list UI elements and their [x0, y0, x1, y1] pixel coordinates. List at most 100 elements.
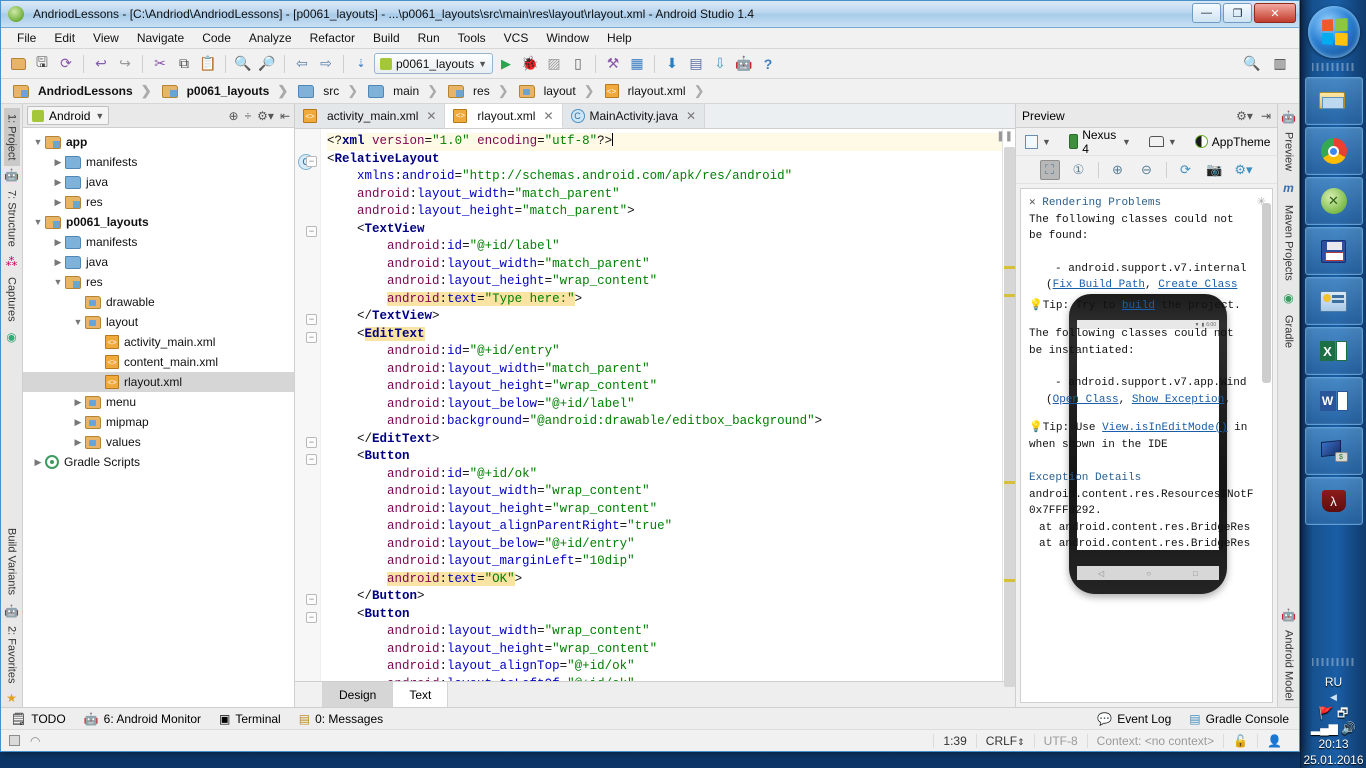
menu-view[interactable]: View: [85, 29, 127, 47]
code-line[interactable]: <Button: [327, 606, 1002, 624]
code-line[interactable]: android:layout_width="wrap_content": [327, 623, 1002, 641]
code-line[interactable]: android:layout_toLeftOf="@+id/ok": [327, 676, 1002, 682]
code-line[interactable]: <EditText: [327, 326, 1002, 344]
menu-help[interactable]: Help: [599, 29, 640, 47]
editor-mode-tabs[interactable]: Design Text: [295, 681, 1015, 707]
tool-button-terminal[interactable]: ▣ Terminal: [219, 712, 281, 726]
status-bar[interactable]: ◠ 1:39 CRLF⇕ UTF-8 Context: <no context>…: [1, 729, 1299, 751]
tab-text[interactable]: Text: [393, 682, 449, 707]
sync-icon[interactable]: ⟳: [55, 53, 77, 75]
avd-manager-icon[interactable]: ▦: [626, 53, 648, 75]
taskbar-app-word[interactable]: W: [1304, 377, 1363, 425]
back-icon[interactable]: ⇦: [291, 53, 313, 75]
fold-marker[interactable]: −: [306, 437, 317, 448]
tool-window-bar-right[interactable]: 💬 Event Log ▤ Gradle Console: [1097, 712, 1289, 726]
code-line[interactable]: android:layout_width="wrap_content": [327, 483, 1002, 501]
sdk-manager-icon[interactable]: ⚒: [602, 53, 624, 75]
code-line[interactable]: android:id="@+id/label": [327, 238, 1002, 256]
tray-expand-icon[interactable]: ◀: [1330, 692, 1337, 703]
code-line[interactable]: android:layout_marginLeft="10dip": [327, 553, 1002, 571]
save-all-icon[interactable]: 🖫: [31, 53, 53, 75]
open-class-link[interactable]: Open Class: [1053, 394, 1119, 406]
code-line[interactable]: android:id="@+id/entry": [327, 343, 1002, 361]
sync-gradle-icon[interactable]: ⇩: [709, 53, 731, 75]
tool-tab-android-model[interactable]: Android Model: [1281, 624, 1297, 707]
background-tasks-icon[interactable]: ◠: [30, 734, 40, 748]
editor-gutter[interactable]: C − − − − − − − −: [295, 129, 321, 681]
tree-expand-arrow[interactable]: ▶: [71, 437, 85, 448]
taskbar-app-control-panel[interactable]: [1304, 277, 1363, 325]
editor-tabs[interactable]: <> activity_main.xml ✕ <> rlayout.xml ✕ …: [295, 104, 1015, 129]
fold-marker[interactable]: −: [306, 226, 317, 237]
menu-code[interactable]: Code: [194, 29, 239, 47]
hector-icon[interactable]: 👤: [1257, 733, 1291, 748]
code-text[interactable]: <?xml version="1.0" encoding="utf-8"?> <R…: [321, 129, 1002, 681]
code-line[interactable]: android:layout_below="@+id/label": [327, 396, 1002, 414]
code-line[interactable]: android:background="@android:drawable/ed…: [327, 413, 1002, 431]
code-line[interactable]: <Button: [327, 448, 1002, 466]
code-line[interactable]: android:text="Type here:">: [327, 291, 1002, 309]
tab-design[interactable]: Design: [323, 682, 394, 707]
is-in-edit-mode-link[interactable]: View.isInEditMode(): [1102, 422, 1227, 434]
code-line[interactable]: <?xml version="1.0" encoding="utf-8"?>: [327, 133, 1002, 151]
tree-expand-arrow[interactable]: ▶: [31, 457, 45, 468]
coverage-icon[interactable]: ▨: [543, 53, 565, 75]
tree-node[interactable]: <> content_main.xml: [23, 352, 294, 372]
tree-node[interactable]: ▶ manifests: [23, 232, 294, 252]
code-line[interactable]: xmlns:android="http://schemas.android.co…: [327, 168, 1002, 186]
breadcrumb-item-res[interactable]: res ❯: [444, 81, 515, 101]
tool-tab-build-variants[interactable]: Build Variants: [4, 522, 20, 601]
orientation-selector[interactable]: ▼: [1146, 135, 1180, 148]
tree-expand-arrow[interactable]: ▼: [51, 277, 65, 287]
settings-gear-icon[interactable]: ⚙▾: [1236, 109, 1253, 123]
code-line[interactable]: </EditText>: [327, 431, 1002, 449]
code-line[interactable]: android:layout_below="@+id/entry": [327, 536, 1002, 554]
update-icon[interactable]: ⬇: [661, 53, 683, 75]
marker[interactable]: [1004, 481, 1015, 484]
replace-icon[interactable]: 🔎: [256, 53, 278, 75]
start-button[interactable]: [1307, 6, 1360, 58]
tray-action-icon[interactable]: 🗗: [1337, 706, 1348, 720]
avd-icon[interactable]: 🤖: [733, 53, 755, 75]
window-controls[interactable]: — ❐ ✕: [1192, 3, 1296, 23]
language-indicator[interactable]: RU: [1325, 675, 1342, 689]
context-indicator[interactable]: Context: <no context>: [1086, 733, 1223, 748]
main-toolbar[interactable]: 🖫 ⟳ ↩ ↪ ✂ ⧉ 📋 🔍 🔎 ⇦ ⇨ ⇣ p0061_layouts ▼ …: [1, 49, 1299, 79]
undo-icon[interactable]: ↩: [90, 53, 112, 75]
device-monitor-icon[interactable]: ▤: [685, 53, 707, 75]
menu-bar[interactable]: File Edit View Navigate Code Analyze Ref…: [1, 28, 1299, 49]
code-line[interactable]: android:layout_alignParentRight="true": [327, 518, 1002, 536]
code-line[interactable]: </TextView>: [327, 308, 1002, 326]
close-icon[interactable]: ✕: [543, 109, 553, 123]
close-button[interactable]: ✕: [1254, 3, 1296, 23]
locate-icon[interactable]: ⊕: [229, 109, 239, 123]
tree-node[interactable]: ▶ res: [23, 192, 294, 212]
tool-button-event-log[interactable]: 💬 Event Log: [1097, 712, 1171, 726]
breadcrumb[interactable]: AndriodLessons ❯ p0061_layouts ❯ src ❯ main…: [1, 79, 1299, 104]
tree-node[interactable]: ▶ Gradle Scripts: [23, 452, 294, 472]
breadcrumb-item-src[interactable]: src ❯: [294, 81, 364, 101]
marker[interactable]: [1004, 579, 1015, 582]
right-tool-rail[interactable]: 🤖 Preview m Maven Projects ◉ Gradle 🤖 An…: [1277, 104, 1299, 707]
marker[interactable]: [1004, 294, 1015, 297]
breadcrumb-item-layout[interactable]: layout ❯: [515, 81, 601, 101]
code-line[interactable]: android:text="OK">: [327, 571, 1002, 589]
code-line[interactable]: android:layout_height="wrap_content": [327, 378, 1002, 396]
zoom-to-fit-icon[interactable]: ⛶: [1039, 159, 1060, 180]
project-header-actions[interactable]: ⊕ ÷ ⚙▾ ⇤: [229, 109, 291, 123]
tool-tab-captures[interactable]: Captures: [4, 271, 20, 328]
show-exception-link[interactable]: Show Exception: [1132, 394, 1224, 406]
preview-config-toolbar[interactable]: ▼ Nexus 4 ▼ ▼ AppTheme »: [1016, 128, 1286, 156]
open-icon[interactable]: [7, 53, 29, 75]
zoom-in-icon[interactable]: ⊕: [1108, 160, 1128, 180]
menu-vcs[interactable]: VCS: [496, 29, 537, 47]
memory-indicator[interactable]: [9, 735, 20, 746]
tool-tab-structure[interactable]: 7: Structure: [4, 184, 20, 253]
marker[interactable]: [1004, 266, 1015, 269]
fold-marker[interactable]: −: [306, 594, 317, 605]
analysis-status-icon[interactable]: ❚❚: [996, 131, 1013, 142]
tool-tab-project[interactable]: 1: Project: [3, 108, 20, 167]
hide-icon[interactable]: ⇤: [280, 109, 290, 123]
tree-node[interactable]: ▼ p0061_layouts: [23, 212, 294, 232]
debug-icon[interactable]: 🐞: [519, 53, 541, 75]
